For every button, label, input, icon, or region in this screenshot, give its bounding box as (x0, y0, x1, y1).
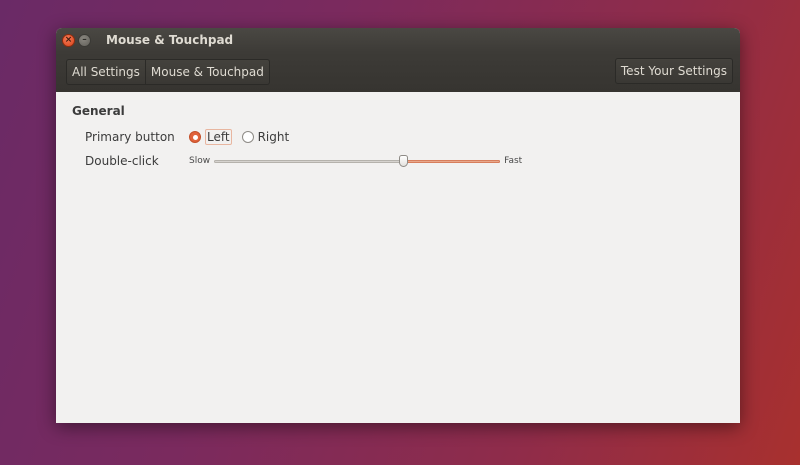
title-bar[interactable]: × – Mouse & Touchpad (56, 28, 740, 52)
radio-right-label[interactable]: Right (258, 130, 290, 144)
primary-left-radio[interactable]: Left (189, 129, 232, 145)
slider-min-label: Slow (189, 156, 211, 166)
settings-window: × – Mouse & Touchpad All Settings Mouse … (56, 28, 740, 423)
slider-fill (402, 160, 501, 163)
slider-max-label: Fast (504, 156, 523, 166)
slider-thumb[interactable] (398, 155, 408, 167)
toolbar: All Settings Mouse & Touchpad Test Your … (56, 52, 740, 92)
mouse-touchpad-breadcrumb-button[interactable]: Mouse & Touchpad (145, 59, 270, 85)
settings-content: General Primary button Left Right Double… (56, 92, 740, 185)
radio-checked-icon[interactable] (189, 131, 201, 143)
primary-button-row: Primary button Left Right (72, 125, 724, 149)
radio-unchecked-icon[interactable] (241, 131, 254, 143)
window-title: Mouse & Touchpad (106, 33, 234, 47)
radio-left-label[interactable]: Left (205, 129, 232, 145)
double-click-row: Double-click Slow Fast (72, 149, 724, 173)
minimize-icon[interactable]: – (78, 33, 91, 47)
primary-button-label: Primary button (85, 130, 175, 144)
primary-right-radio[interactable]: Right (241, 130, 290, 144)
double-click-slider[interactable] (214, 155, 501, 167)
all-settings-button[interactable]: All Settings (66, 59, 146, 85)
close-icon[interactable]: × (62, 33, 75, 47)
double-click-slider-group: Slow Fast (189, 155, 522, 167)
section-title-general: General (72, 104, 125, 118)
test-your-settings-button[interactable]: Test Your Settings (614, 58, 733, 84)
double-click-label: Double-click (85, 154, 159, 168)
